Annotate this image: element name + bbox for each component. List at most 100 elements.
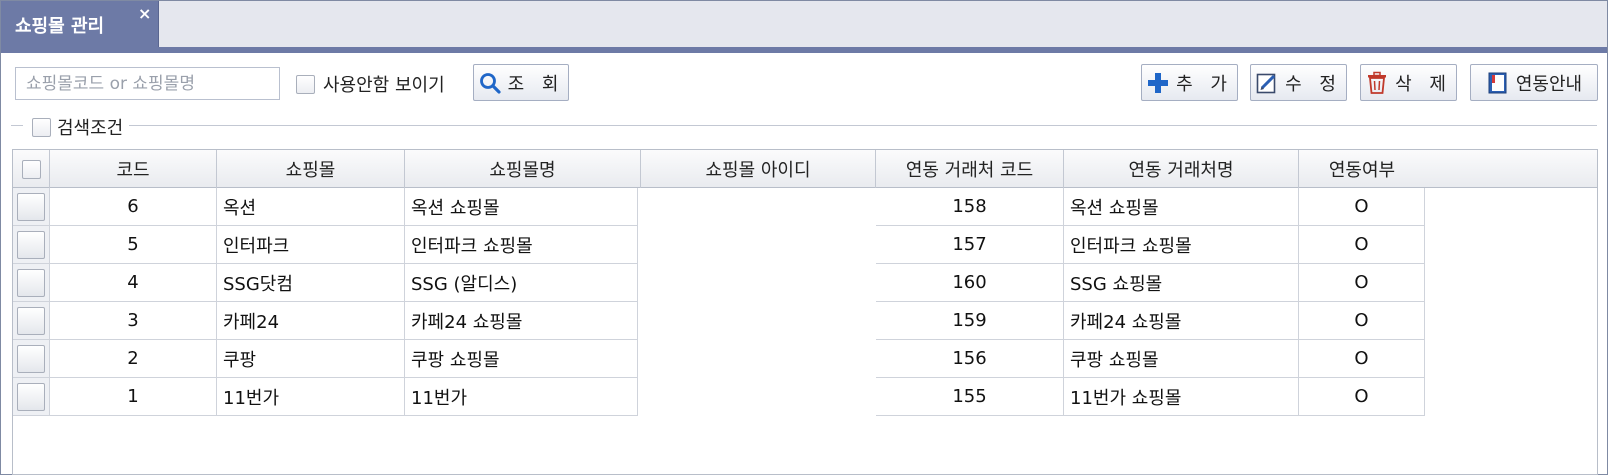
table-row[interactable]: 3 카페24 카페24 쇼핑몰 159 카페24 쇼핑몰 O [13, 302, 1597, 340]
row-checkbox[interactable] [17, 230, 45, 259]
search-condition-label: 검색조건 [57, 118, 124, 139]
integration-guide-label: 연동안내 [1515, 73, 1583, 95]
cell-partner-code: 157 [876, 226, 1064, 264]
add-button[interactable]: 추 가 [1141, 64, 1238, 101]
cell-mall-name: SSG (알디스) [405, 264, 638, 302]
cell-code: 6 [50, 188, 217, 226]
row-checkbox[interactable] [17, 344, 45, 373]
search-input[interactable] [15, 67, 280, 100]
add-button-label: 추 가 [1176, 73, 1233, 95]
tab-title: 쇼핑몰 관리 [15, 16, 105, 37]
search-button[interactable]: 조 회 [473, 64, 569, 101]
column-header-code[interactable]: 코드 [50, 150, 217, 188]
shopping-mall-grid: 코드 쇼핑몰 쇼핑몰명 쇼핑몰 아이디 연동 거래처 코드 연동 거래처명 연동… [12, 149, 1598, 475]
cell-partner-code: 158 [876, 188, 1064, 226]
cell-mall-name: 카페24 쇼핑몰 [405, 302, 638, 340]
row-checkbox[interactable] [17, 382, 45, 411]
cell-linked: O [1299, 188, 1425, 226]
cell-partner-name: SSG 쇼핑몰 [1064, 264, 1299, 302]
table-row[interactable]: 6 옥션 옥션 쇼핑몰 158 옥션 쇼핑몰 O [13, 188, 1597, 226]
divider [11, 125, 1597, 126]
search-condition-toggle[interactable]: 검색조건 [23, 114, 130, 140]
checkbox-box[interactable] [296, 74, 315, 94]
search-condition-group: 검색조건 [11, 112, 1597, 140]
cell-mall: 11번가 [217, 378, 405, 416]
cell-partner-name: 카페24 쇼핑몰 [1064, 302, 1299, 340]
cell-mall-name: 쿠팡 쇼핑몰 [405, 340, 638, 378]
delete-button[interactable]: 삭 제 [1360, 64, 1457, 101]
cell-code: 5 [50, 226, 217, 264]
cell-code: 2 [50, 340, 217, 378]
row-select[interactable] [13, 340, 50, 378]
cell-partner-name: 쿠팡 쇼핑몰 [1064, 340, 1299, 378]
cell-mall-id [638, 378, 876, 416]
edit-button[interactable]: 수 정 [1250, 64, 1347, 101]
cell-linked: O [1299, 340, 1425, 378]
cell-mall: 카페24 [217, 302, 405, 340]
column-header-linked[interactable]: 연동여부 [1299, 150, 1425, 188]
close-icon[interactable]: × [138, 4, 151, 23]
cell-mall-id [638, 188, 876, 226]
cell-mall: 옥션 [217, 188, 405, 226]
tab-strip: 쇼핑몰 관리 × [1, 1, 1607, 48]
cell-mall-id [638, 302, 876, 340]
select-all-header[interactable] [13, 150, 50, 188]
plus-icon [1146, 71, 1170, 95]
show-unused-checkbox[interactable]: 사용안함 보이기 [296, 71, 445, 97]
cell-linked: O [1299, 226, 1425, 264]
cell-mall-id [638, 340, 876, 378]
cell-linked: O [1299, 264, 1425, 302]
cell-partner-code: 155 [876, 378, 1064, 416]
cell-code: 4 [50, 264, 217, 302]
grid-header: 코드 쇼핑몰 쇼핑몰명 쇼핑몰 아이디 연동 거래처 코드 연동 거래처명 연동… [13, 150, 1597, 188]
search-condition-checkbox[interactable] [32, 117, 51, 137]
column-header-mall-id[interactable]: 쇼핑몰 아이디 [641, 150, 876, 188]
cell-partner-name: 11번가 쇼핑몰 [1064, 378, 1299, 416]
row-select[interactable] [13, 302, 50, 340]
cell-partner-code: 160 [876, 264, 1064, 302]
row-checkbox[interactable] [17, 192, 45, 221]
window-frame: 쇼핑몰 관리 × 사용안함 보이기 조 회 추 가 [0, 0, 1608, 475]
cell-partner-code: 159 [876, 302, 1064, 340]
select-all-checkbox[interactable] [21, 159, 41, 179]
cell-linked: O [1299, 378, 1425, 416]
cell-linked: O [1299, 302, 1425, 340]
search-icon [478, 71, 502, 95]
cell-code: 1 [50, 378, 217, 416]
cell-mall: 인터파크 [217, 226, 405, 264]
table-row[interactable]: 2 쿠팡 쿠팡 쇼핑몰 156 쿠팡 쇼핑몰 O [13, 340, 1597, 378]
column-header-mall[interactable]: 쇼핑몰 [217, 150, 405, 188]
delete-button-label: 삭 제 [1395, 73, 1452, 95]
cell-partner-code: 156 [876, 340, 1064, 378]
row-checkbox[interactable] [17, 268, 45, 297]
cell-partner-name: 인터파크 쇼핑몰 [1064, 226, 1299, 264]
row-select[interactable] [13, 264, 50, 302]
table-row[interactable]: 1 11번가 11번가 155 11번가 쇼핑몰 O [13, 378, 1597, 416]
table-row[interactable]: 4 SSG닷컴 SSG (알디스) 160 SSG 쇼핑몰 O [13, 264, 1597, 302]
cell-partner-name: 옥션 쇼핑몰 [1064, 188, 1299, 226]
column-header-partner-name[interactable]: 연동 거래처명 [1064, 150, 1299, 188]
row-select[interactable] [13, 226, 50, 264]
cell-mall-id [638, 264, 876, 302]
column-header-mall-name[interactable]: 쇼핑몰명 [405, 150, 641, 188]
integration-guide-button[interactable]: 연동안내 [1470, 64, 1598, 101]
row-checkbox[interactable] [17, 306, 45, 335]
column-header-partner-code[interactable]: 연동 거래처 코드 [876, 150, 1064, 188]
cell-mall: 쿠팡 [217, 340, 405, 378]
search-button-label: 조 회 [507, 73, 565, 95]
cell-mall-name: 옥션 쇼핑몰 [405, 188, 638, 226]
trash-icon [1365, 71, 1389, 95]
edit-button-label: 수 정 [1285, 73, 1342, 95]
tab-underline [1, 47, 1607, 53]
cell-code: 3 [50, 302, 217, 340]
show-unused-label: 사용안함 보이기 [323, 75, 445, 96]
row-select[interactable] [13, 378, 50, 416]
book-icon [1486, 71, 1510, 95]
cell-mall-name: 11번가 [405, 378, 638, 416]
row-select[interactable] [13, 188, 50, 226]
cell-mall: SSG닷컴 [217, 264, 405, 302]
edit-icon [1255, 71, 1279, 95]
cell-mall-name: 인터파크 쇼핑몰 [405, 226, 638, 264]
table-row[interactable]: 5 인터파크 인터파크 쇼핑몰 157 인터파크 쇼핑몰 O [13, 226, 1597, 264]
tab-shopping-mall-management[interactable]: 쇼핑몰 관리 × [1, 1, 159, 48]
